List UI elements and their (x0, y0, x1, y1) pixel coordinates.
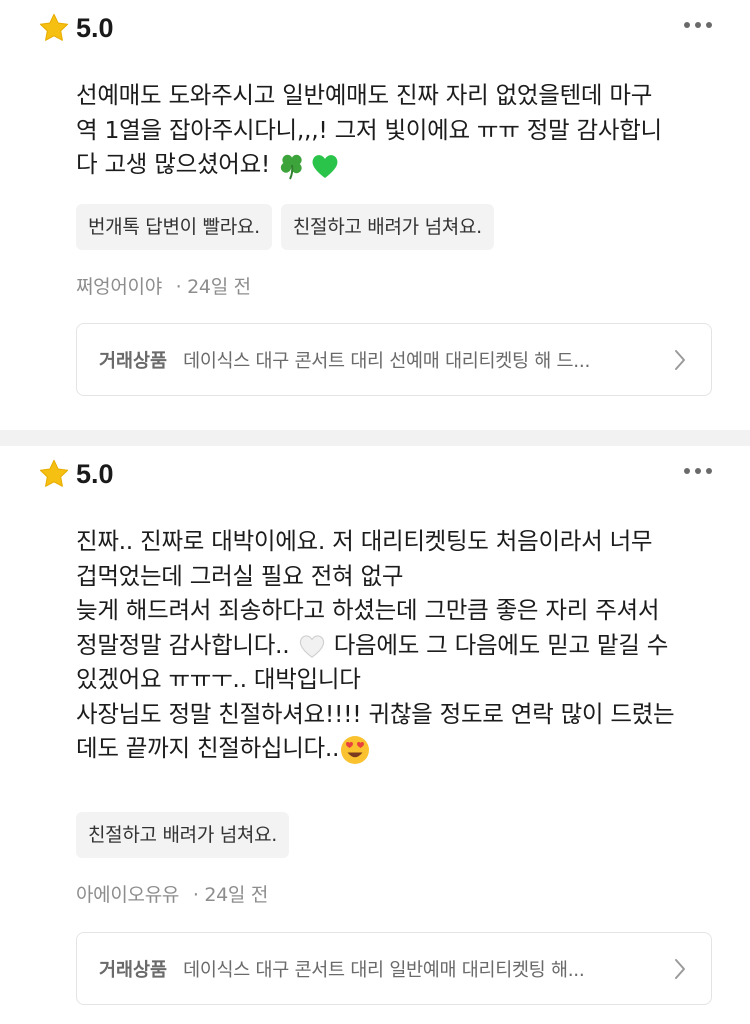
review-time: · 24일 전 (175, 276, 251, 298)
review-line: 진짜.. 진짜로 대박이에요. 저 대리티켓팅도 처음이라서 너무 (76, 527, 653, 555)
review-line: 역 1열을 잡아주시다니,,,! 그저 빛이에요 ㅠㅠ 정말 감사합니 (76, 115, 662, 144)
rating: 5.0 (38, 458, 114, 490)
more-options-icon[interactable] (684, 22, 712, 28)
review-tags: 친절하고 배려가 넘쳐요. (76, 812, 290, 858)
product-link[interactable]: 거래상품 데이식스 대구 콘서트 대리 선예매 대리티켓팅 해 드... (76, 323, 712, 396)
chevron-right-icon (675, 349, 685, 370)
star-icon (39, 13, 69, 41)
clover-emoji (281, 154, 302, 179)
review-text: 선예매도 도와주시고 일반예매도 진짜 자리 없었을텐데 마구 역 1열을 잡아… (76, 78, 716, 182)
review-line: 사장님도 정말 친절하셔요!!!! 귀찮을 정도로 연락 많이 드렸는 (76, 699, 675, 728)
review-line: 선예매도 도와주시고 일반예매도 진짜 자리 없었을텐데 마구 (76, 81, 653, 109)
review-line-with-emoji: 데도 끝까지 친절하십니다.. (76, 731, 716, 766)
section-divider (0, 430, 750, 446)
review-line-with-emoji: 정말정말 감사합니다.. 다음에도 그 다음에도 믿고 맡길 수 (76, 628, 716, 663)
product-label: 거래상품 (99, 350, 168, 372)
product-label: 거래상품 (99, 959, 168, 981)
review-line: 있겠어요 ㅠㅠㅜ.. 대박입니다 (76, 665, 361, 693)
review-tags: 번개톡 답변이 빨라요. 친절하고 배려가 넘쳐요. (76, 204, 494, 250)
review-meta: 쩌엉어이야 · 24일 전 (76, 272, 251, 299)
review-line: 늦게 해드려서 죄송하다고 하셨는데 그만큼 좋은 자리 주셔서 (76, 596, 660, 624)
review-tag: 친절하고 배려가 넘쳐요. (76, 812, 290, 858)
review-time: · 24일 전 (192, 884, 268, 906)
author-name[interactable]: 아에이오유유 (76, 884, 179, 906)
star-icon (39, 459, 69, 487)
review-line: 겁먹었는데 그러실 필요 전혀 없구 (76, 561, 404, 590)
review-line-text: 다음에도 그 다음에도 믿고 맡길 수 (326, 630, 669, 659)
review-card: 5.0 선예매도 도와주시고 일반예매도 진짜 자리 없었을텐데 마구 역 1열… (0, 0, 750, 430)
review-meta: 아에이오유유 · 24일 전 (76, 880, 268, 907)
review-line-text: 정말정말 감사합니다.. (76, 630, 297, 659)
heart-eyes-emoji (341, 735, 370, 764)
review-tag: 친절하고 배려가 넘쳐요. (280, 204, 494, 250)
more-options-icon[interactable] (684, 468, 712, 474)
rating: 5.0 (38, 12, 114, 44)
review-tag: 번개톡 답변이 빨라요. (76, 204, 272, 250)
review-line-text: 데도 끝까지 친절하십니다.. (76, 734, 340, 762)
review-card: 5.0 진짜.. 진짜로 대박이에요. 저 대리티켓팅도 처음이라서 너무 겁먹… (0, 446, 750, 1024)
product-link[interactable]: 거래상품 데이식스 대구 콘서트 대리 일반예매 대리티켓팅 해... (76, 932, 712, 1005)
green-heart-emoji (312, 154, 338, 178)
review-text: 진짜.. 진짜로 대박이에요. 저 대리티켓팅도 처음이라서 너무 겁먹었는데 … (76, 524, 716, 766)
review-line-text: 다 고생 많으셨어요! (76, 150, 278, 178)
white-heart-emoji (299, 635, 324, 658)
review-line-with-emoji: 다 고생 많으셨어요! (76, 147, 716, 182)
product-title: 데이식스 대구 콘서트 대리 일반예매 대리티켓팅 해... (183, 959, 585, 981)
author-name[interactable]: 쩌엉어이야 (76, 276, 162, 298)
rating-score: 5.0 (76, 458, 114, 489)
chevron-right-icon (675, 958, 685, 979)
product-title: 데이식스 대구 콘서트 대리 선예매 대리티켓팅 해 드... (183, 350, 591, 372)
rating-score: 5.0 (76, 12, 114, 43)
